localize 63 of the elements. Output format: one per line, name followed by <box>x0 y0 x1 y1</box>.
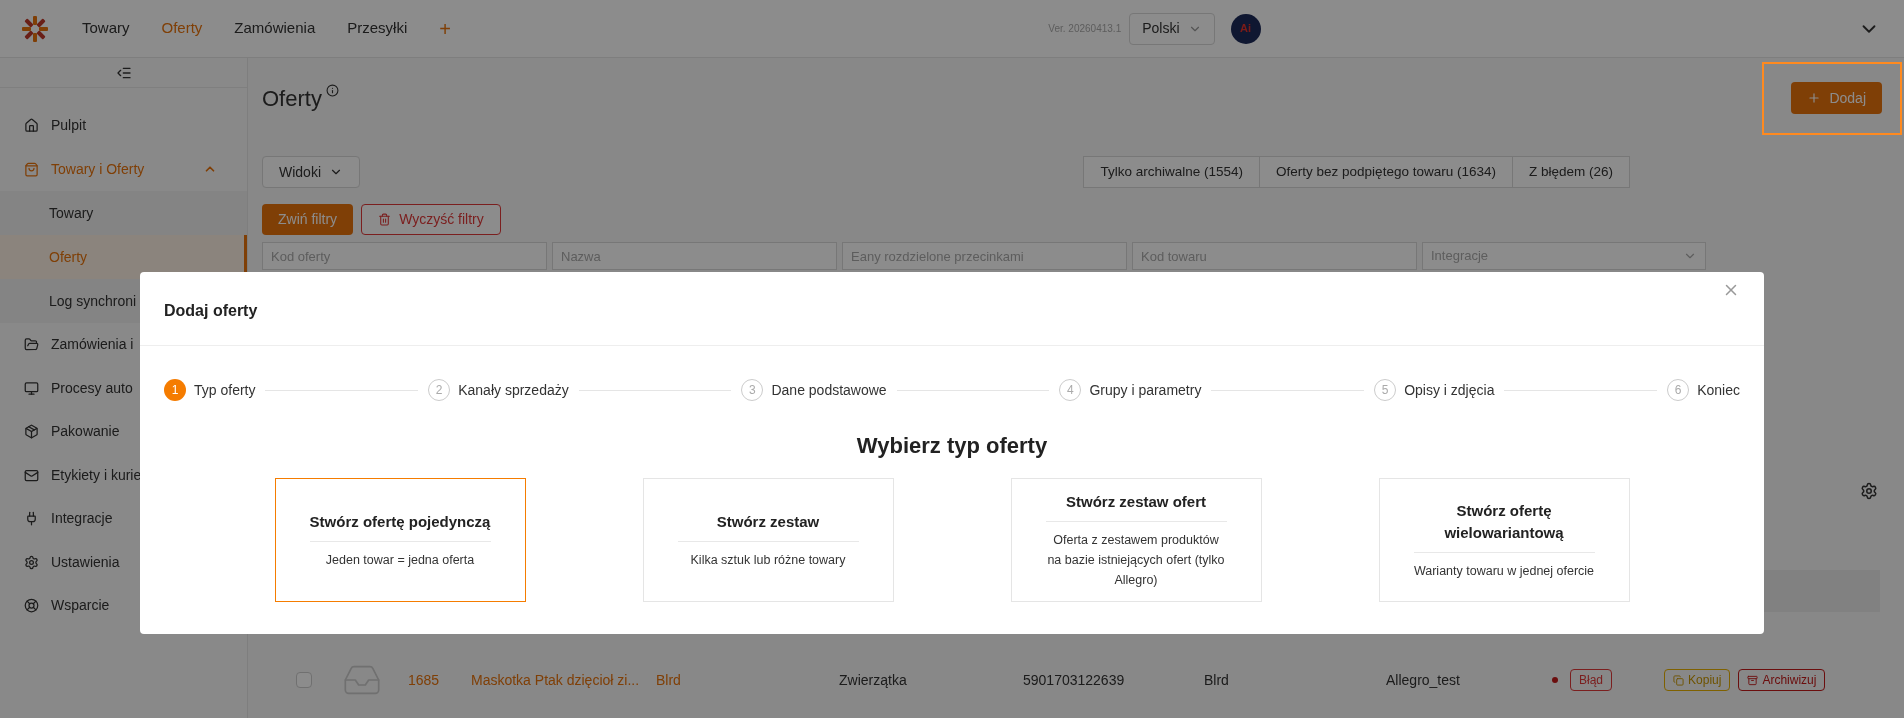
page-title: Oferty <box>262 85 322 113</box>
step-label: Opisy i zdjęcia <box>1404 380 1495 400</box>
quick-filter-button[interactable]: Tylko archiwalne (1554) <box>1083 156 1261 188</box>
step-label: Kanały sprzedaży <box>458 380 569 400</box>
clear-filters-button[interactable]: Wyczyść filtry <box>361 204 501 235</box>
copy-icon <box>1673 674 1685 686</box>
table-cell-text: Allegro_test <box>1386 670 1461 690</box>
sidebar-item[interactable]: Pulpit <box>0 104 247 148</box>
card-description: Jeden towar = jedna oferta <box>325 551 475 569</box>
card-description: Warianty towaru w jednej ofercie <box>1413 562 1595 580</box>
sidebar-item[interactable]: Etykiety i kurie <box>0 453 247 497</box>
card-title: Stwórz ofertę pojedynczą <box>309 510 491 542</box>
offer-type-card[interactable]: Stwórz ofertę pojedynczą Jeden towar = jedna oferta <box>274 478 526 602</box>
table-cell-text: Blrd <box>1204 670 1230 690</box>
settings-icon[interactable] <box>1860 482 1878 500</box>
step-label: Typ oferty <box>194 380 256 400</box>
plug-icon <box>24 511 39 527</box>
step-label: Koniec <box>1697 380 1740 400</box>
table-cell-text: 5901703122639 <box>1023 670 1126 690</box>
views-dropdown[interactable]: Widoki <box>262 156 360 188</box>
step-label: Dane podstawowe <box>771 380 887 400</box>
archive-button[interactable]: Archiwizuj <box>1738 669 1826 691</box>
table-cell-text: Zwierzątka <box>839 670 908 690</box>
card-title: Stwórz ofertę wielowariantową <box>1413 499 1595 553</box>
offer-type-card[interactable]: Stwórz zestaw ofert Oferta z zestawem produktów na bazie istniejących ofert (tylko Allegro) <box>1010 478 1262 602</box>
sidebar-item[interactable]: Pakowanie <box>0 410 247 454</box>
offer-type-card[interactable]: Stwórz zestaw Kilka sztuk lub różne towary <box>642 478 894 602</box>
card-description: Oferta z zestawem produktów na bazie istniejących ofert (tylko Allegro) <box>1046 531 1226 589</box>
error-badge: Błąd <box>1570 669 1613 691</box>
home-icon <box>24 118 39 134</box>
envelope-icon <box>24 467 39 483</box>
nav-link[interactable]: Zamówienia <box>234 17 316 40</box>
sidebar-item[interactable]: Ustawienia <box>0 540 247 584</box>
lifebuoy-icon <box>24 598 39 614</box>
nav-link[interactable]: Towary <box>82 17 130 40</box>
folder-icon <box>24 337 39 353</box>
row-checkbox[interactable] <box>296 672 312 688</box>
offer-type-card[interactable]: Stwórz ofertę wielowariantową Warianty towaru w jednej ofercie <box>1378 478 1630 602</box>
sidebar-subitem[interactable]: Towary <box>0 191 247 235</box>
table-cell-text: Blrd <box>656 670 682 690</box>
step-label: Grupy i parametry <box>1089 380 1202 400</box>
quick-filter-button[interactable]: Oferty bez podpiętego towaru (1634) <box>1259 156 1513 188</box>
sidebar-item[interactable]: Wsparcie <box>0 584 247 628</box>
sidebar-item[interactable]: Zamówienia i <box>0 323 247 367</box>
step-number: 1 <box>164 379 186 401</box>
language-select[interactable]: Polski <box>1129 12 1215 45</box>
card-description: Kilka sztuk lub różne towary <box>690 551 846 569</box>
nav-link[interactable]: Przesyłki <box>347 17 408 40</box>
settings-icon <box>24 554 39 570</box>
section-heading: Wybierz typ oferty <box>855 432 1049 460</box>
logo-icon <box>20 13 50 44</box>
boxes-icon <box>24 424 39 440</box>
card-title: Stwórz zestaw ofert <box>1045 490 1227 522</box>
monitor-icon <box>24 380 39 396</box>
card-title: Stwórz zestaw <box>677 510 859 542</box>
plus-icon <box>1807 91 1822 105</box>
trash-icon <box>378 213 392 226</box>
quick-filter-button[interactable]: Z błędem (26) <box>1511 156 1630 188</box>
sidebar-item[interactable]: Integracje <box>0 497 247 541</box>
modal-title: Dodaj oferty <box>164 300 258 321</box>
info-icon[interactable] <box>325 84 339 97</box>
archive-icon <box>1747 674 1759 686</box>
bag-icon <box>24 161 39 177</box>
